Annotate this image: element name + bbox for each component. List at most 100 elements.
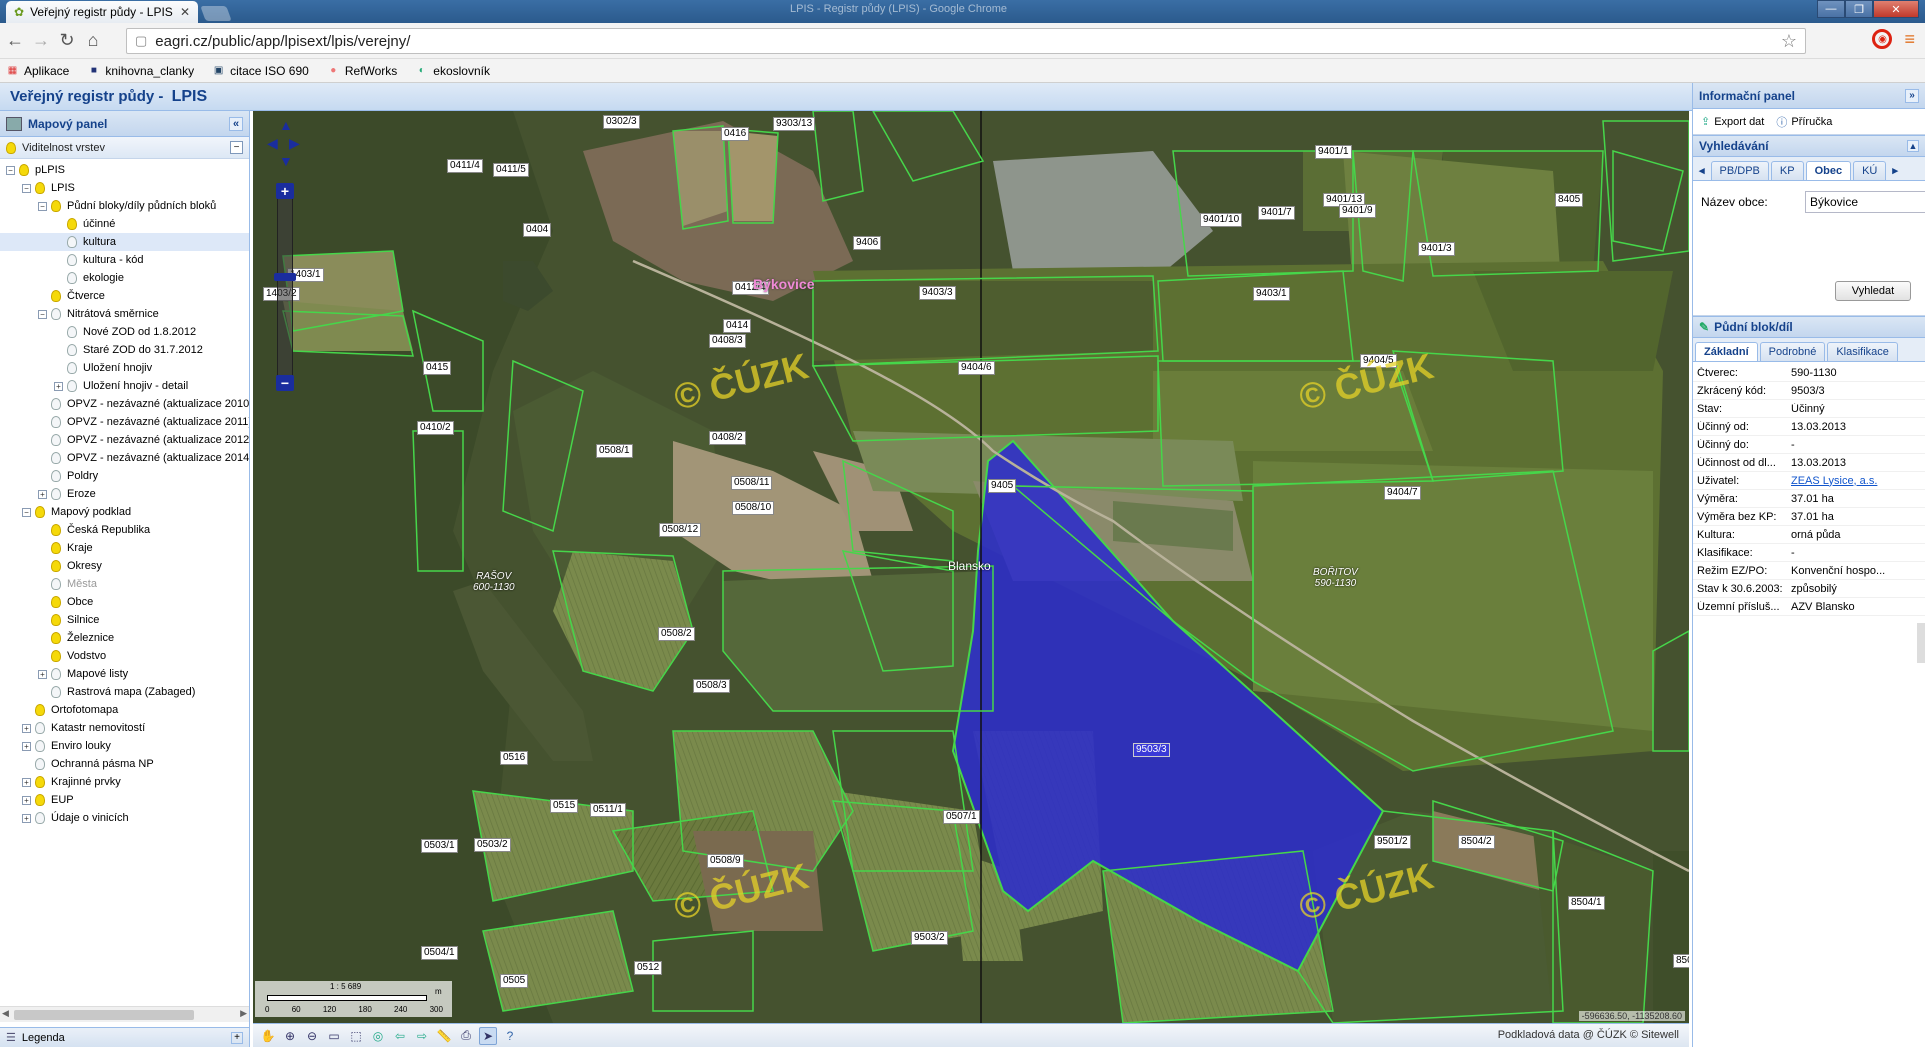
visibility-bulb-icon[interactable]	[51, 686, 61, 698]
visibility-bulb-icon[interactable]	[51, 290, 61, 302]
identify-icon[interactable]: ➤	[479, 1026, 497, 1045]
visibility-bulb-icon[interactable]	[51, 614, 61, 626]
visibility-bulb-icon[interactable]	[35, 812, 45, 824]
expand-toggle-icon[interactable]: −	[38, 309, 47, 319]
home-button[interactable]: ⌂	[80, 28, 106, 54]
map-view[interactable]: 0302/3 0416 9303/13 9401/1 0411/4 0411/5 9401/…	[253, 111, 1689, 1023]
expand-toggle-icon[interactable]: −	[38, 201, 47, 211]
layer-tree-item[interactable]: Ochranná pásma NP	[0, 755, 249, 773]
select-area-icon[interactable]: ⬚	[347, 1027, 365, 1045]
layer-tree-item[interactable]: Železnice	[0, 629, 249, 647]
layer-tree-item[interactable]: Silnice	[0, 611, 249, 629]
layer-tree-item[interactable]: kultura - kód	[0, 251, 249, 269]
layer-tree-item[interactable]: − Mapový podklad	[0, 503, 249, 521]
visibility-bulb-icon[interactable]	[51, 578, 61, 590]
bookmark-star-icon[interactable]: ☆	[1781, 31, 1797, 52]
layer-tree-item[interactable]: + Enviro louky	[0, 737, 249, 755]
window-close-button[interactable]: ✕	[1873, 0, 1919, 18]
layer-tree-item[interactable]: OPVZ - nezávazné (aktualizace 2014)	[0, 449, 249, 467]
adblock-icon[interactable]: ◉	[1872, 29, 1893, 49]
expand-toggle-icon[interactable]: −	[22, 507, 31, 517]
visibility-bulb-icon[interactable]	[67, 326, 77, 338]
visibility-bulb-icon[interactable]	[51, 668, 61, 680]
zoom-slider-handle[interactable]	[274, 273, 296, 281]
visibility-bulb-icon[interactable]	[67, 218, 77, 230]
visibility-bulb-icon[interactable]	[67, 344, 77, 356]
visibility-bulb-icon[interactable]	[51, 488, 61, 500]
visibility-bulb-icon[interactable]	[51, 596, 61, 608]
expand-toggle-icon[interactable]: −	[6, 165, 15, 175]
visibility-bulb-icon[interactable]	[67, 362, 77, 374]
legend-bar[interactable]: ☰ Legenda +	[0, 1027, 249, 1047]
layer-tree-item[interactable]: Okresy	[0, 557, 249, 575]
tab-podrobne[interactable]: Podrobné	[1759, 342, 1826, 361]
visibility-bulb-icon[interactable]	[67, 254, 77, 266]
layer-tree-item[interactable]: − Půdní bloky/díly půdních bloků	[0, 197, 249, 215]
expand-toggle-icon[interactable]: +	[22, 723, 31, 733]
layer-tree-item[interactable]: Obce	[0, 593, 249, 611]
visibility-bulb-icon[interactable]	[51, 434, 61, 446]
layer-tree-item[interactable]: OPVZ - nezávazné (aktualizace 2011)	[0, 413, 249, 431]
expand-toggle-icon[interactable]: +	[22, 741, 31, 751]
expand-toggle-icon[interactable]: +	[38, 669, 47, 679]
bookmark-ekoslovnik[interactable]: ◐ ekoslovník	[415, 64, 490, 78]
pan-control[interactable]: ▲ ◀ ▶ ▼	[267, 117, 301, 171]
layer-tree-item[interactable]: + Uložení hnojiv - detail	[0, 377, 249, 395]
collapse-left-panel-button[interactable]: «	[229, 116, 243, 131]
layer-tree-item[interactable]: Nové ZOD od 1.8.2012	[0, 323, 249, 341]
municipality-input[interactable]: Býkovice	[1805, 191, 1925, 213]
tab-zakladni[interactable]: Základní	[1695, 342, 1758, 361]
previous-view-icon[interactable]: ⇦	[391, 1027, 409, 1045]
expand-toggle-icon[interactable]: +	[38, 489, 47, 499]
next-view-icon[interactable]: ⇨	[413, 1027, 431, 1045]
visibility-bulb-icon[interactable]	[51, 452, 61, 464]
tab-kp[interactable]: KP	[1770, 161, 1804, 180]
expand-toggle-icon[interactable]: +	[54, 381, 63, 391]
browser-tab[interactable]: ✿ Veřejný registr půdy - LPIS ✕	[6, 1, 198, 23]
visibility-bulb-icon[interactable]	[51, 560, 61, 572]
export-data-button[interactable]: ⇪ Export dat	[1701, 115, 1764, 129]
layer-tree-item[interactable]: Česká Republika	[0, 521, 249, 539]
maximize-button[interactable]: ❐	[1845, 0, 1873, 18]
pan-down-icon[interactable]: ▼	[279, 153, 293, 169]
visibility-bulb-icon[interactable]	[51, 542, 61, 554]
layer-tree-item[interactable]: kultura	[0, 233, 249, 251]
expand-toggle-icon[interactable]: +	[22, 795, 31, 805]
zoom-box-icon[interactable]: ▭	[325, 1027, 343, 1045]
visibility-bulb-icon[interactable]	[35, 758, 45, 770]
expand-toggle-icon[interactable]: −	[22, 183, 31, 193]
measure-icon[interactable]: 📏	[435, 1027, 453, 1045]
expand-toggle-icon[interactable]: +	[22, 777, 31, 787]
bookmark-apps[interactable]: ▦ Aplikace	[6, 64, 70, 78]
help-icon[interactable]: ?	[501, 1027, 519, 1045]
forward-button[interactable]: →	[28, 28, 54, 54]
visibility-bulb-icon[interactable]	[51, 308, 61, 320]
visibility-bulb-icon[interactable]	[35, 704, 45, 716]
back-button[interactable]: ←	[2, 28, 28, 54]
visibility-bulb-icon[interactable]	[35, 776, 45, 788]
visibility-bulb-icon[interactable]	[51, 650, 61, 662]
expand-legend-button[interactable]: +	[231, 1031, 243, 1044]
layer-tree-item[interactable]: + Mapové listy	[0, 665, 249, 683]
pan-right-icon[interactable]: ▶	[289, 135, 300, 152]
collapse-right-panel-button[interactable]: »	[1905, 88, 1919, 103]
visibility-bulb-icon[interactable]	[51, 524, 61, 536]
tab-klasifikace[interactable]: Klasifikace	[1827, 342, 1898, 361]
layer-tree-item[interactable]: OPVZ - nezávazné (aktualizace 2012)	[0, 431, 249, 449]
scroll-right-icon[interactable]: ▶	[240, 1008, 247, 1019]
bookmark-knihovna[interactable]: ■ knihovna_clanky	[87, 64, 194, 78]
zoom-in-button[interactable]: +	[276, 183, 294, 199]
layer-tree-item[interactable]: Staré ZOD do 31.7.2012	[0, 341, 249, 359]
visibility-bulb-icon[interactable]	[67, 236, 77, 248]
print-icon[interactable]: ⎙	[457, 1027, 475, 1045]
visibility-bulb-icon[interactable]	[19, 164, 29, 176]
layer-tree-item[interactable]: + EUP	[0, 791, 249, 809]
visibility-bulb-icon[interactable]	[51, 416, 61, 428]
visibility-bulb-icon[interactable]	[51, 200, 61, 212]
tabs-prev-icon[interactable]: ◂	[1695, 161, 1709, 180]
pan-up-icon[interactable]: ▲	[279, 117, 293, 133]
tab-pb-dpb[interactable]: PB/DPB	[1710, 161, 1769, 180]
user-link[interactable]: ZEAS Lysice, a.s.	[1787, 475, 1925, 487]
layer-tree-item[interactable]: Poldry	[0, 467, 249, 485]
layer-tree-item[interactable]: Kraje	[0, 539, 249, 557]
